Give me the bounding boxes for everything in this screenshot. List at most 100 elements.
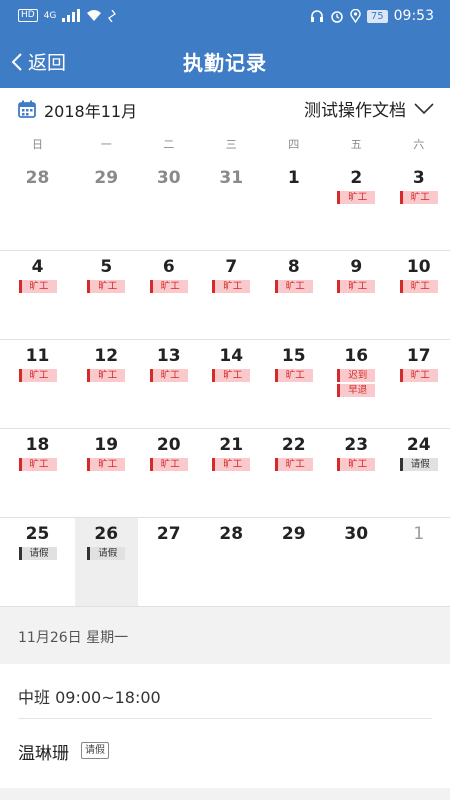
month-label[interactable]: 2018年11月: [44, 98, 137, 122]
document-selector[interactable]: 测试操作文档: [304, 96, 434, 121]
day-number: 12: [94, 346, 119, 366]
day-cell[interactable]: 28: [200, 518, 263, 606]
month-bar: 2018年11月 测试操作文档: [0, 88, 450, 130]
day-cell[interactable]: 5 旷工: [75, 251, 138, 339]
day-cell[interactable]: 23 旷工: [325, 429, 388, 517]
page-title: 执勤记录: [183, 51, 267, 75]
day-cell[interactable]: 26 请假: [75, 518, 138, 606]
person-name[interactable]: 温琳珊: [18, 739, 69, 764]
status-tag: 旷工: [212, 369, 251, 382]
status-bar: HD 4G 75 09:53: [0, 0, 450, 34]
status-tags: 旷工: [263, 458, 326, 471]
day-number: 2: [350, 168, 363, 188]
day-cell[interactable]: 6 旷工: [138, 251, 201, 339]
nav-bar: 返回 执勤记录: [0, 34, 450, 88]
calendar-grid: 28 29 30 31 1 2 旷工 3 旷工 4 旷工 5 旷工 6 旷工 7 旷工 8 旷工 9 旷工 10 旷工 11 旷…: [0, 162, 450, 607]
status-tags: 旷工: [138, 458, 201, 471]
day-cell[interactable]: 1: [388, 518, 450, 606]
status-tag: 旷工: [18, 280, 57, 293]
day-cell[interactable]: 30: [325, 518, 388, 606]
day-number: 31: [219, 168, 244, 188]
status-tag: 旷工: [149, 369, 188, 382]
day-number: 30: [156, 168, 181, 188]
status-tag: 旷工: [87, 369, 126, 382]
day-cell[interactable]: 24 请假: [388, 429, 450, 517]
day-cell[interactable]: 13 旷工: [138, 340, 201, 428]
day-cell[interactable]: 11 旷工: [0, 340, 75, 428]
day-cell[interactable]: 10 旷工: [388, 251, 450, 339]
status-tag: 旷工: [18, 369, 57, 382]
day-number: 21: [219, 435, 244, 455]
day-cell[interactable]: 20 旷工: [138, 429, 201, 517]
day-cell[interactable]: 19 旷工: [75, 429, 138, 517]
calendar-icon[interactable]: [18, 100, 36, 118]
day-number: 28: [25, 168, 50, 188]
status-tags: 旷工: [0, 280, 75, 293]
weekday-wed: 三: [225, 138, 237, 151]
status-tag: 请假: [399, 458, 438, 471]
detail-card: 中班 09:00~18:00 温琳珊 请假: [0, 664, 450, 788]
week-row: 18 旷工 19 旷工 20 旷工 21 旷工 22 旷工 23 旷工 24 请假: [0, 429, 450, 518]
status-tag: 旷工: [274, 280, 313, 293]
day-cell[interactable]: 1: [263, 162, 326, 250]
day-cell[interactable]: 30: [138, 162, 201, 250]
data-sync-icon: [108, 9, 117, 22]
day-cell[interactable]: 27: [138, 518, 201, 606]
day-cell[interactable]: 18 旷工: [0, 429, 75, 517]
status-tag: 旷工: [274, 458, 313, 471]
status-tag: 旷工: [87, 458, 126, 471]
document-label: 测试操作文档: [304, 101, 406, 121]
day-cell[interactable]: 14 旷工: [200, 340, 263, 428]
status-tags: 旷工: [200, 369, 263, 382]
status-tag: 旷工: [274, 369, 313, 382]
day-cell[interactable]: 15 旷工: [263, 340, 326, 428]
day-number: 23: [344, 435, 369, 455]
day-cell[interactable]: 9 旷工: [325, 251, 388, 339]
day-cell[interactable]: 2 旷工: [325, 162, 388, 250]
status-tags: 旷工: [138, 369, 201, 382]
week-row: 11 旷工 12 旷工 13 旷工 14 旷工 15 旷工 16 迟到 早退 17 旷工: [0, 340, 450, 429]
day-cell[interactable]: 8 旷工: [263, 251, 326, 339]
status-tags: 旷工: [0, 369, 75, 382]
status-tag: 请假: [18, 547, 57, 560]
network-type: 4G: [43, 10, 57, 21]
day-cell[interactable]: 12 旷工: [75, 340, 138, 428]
status-tags: 旷工: [75, 369, 138, 382]
status-tags: 旷工: [200, 280, 263, 293]
day-cell[interactable]: 16 迟到 早退: [325, 340, 388, 428]
day-number: 3: [412, 168, 425, 188]
status-tag: 旷工: [399, 280, 438, 293]
day-number: 16: [344, 346, 369, 366]
day-number: 14: [219, 346, 244, 366]
day-number: 28: [219, 524, 244, 544]
day-cell[interactable]: 28: [0, 162, 75, 250]
day-cell[interactable]: 29: [75, 162, 138, 250]
day-number: 20: [156, 435, 181, 455]
day-cell[interactable]: 21 旷工: [200, 429, 263, 517]
status-tags: 旷工: [200, 458, 263, 471]
day-cell[interactable]: 4 旷工: [0, 251, 75, 339]
day-cell[interactable]: 25 请假: [0, 518, 75, 606]
chevron-down-icon: [414, 102, 434, 114]
day-cell[interactable]: 31: [200, 162, 263, 250]
day-cell[interactable]: 29: [263, 518, 326, 606]
day-number: 5: [100, 257, 113, 277]
day-cell[interactable]: 3 旷工: [388, 162, 450, 250]
day-cell[interactable]: 7 旷工: [200, 251, 263, 339]
day-cell[interactable]: 17 旷工: [388, 340, 450, 428]
status-tag: 旷工: [337, 458, 376, 471]
day-cell[interactable]: 22 旷工: [263, 429, 326, 517]
week-row: 28 29 30 31 1 2 旷工 3 旷工: [0, 162, 450, 251]
status-tags: 旷工: [75, 458, 138, 471]
status-tag: 旷工: [149, 280, 188, 293]
day-number: 1: [413, 524, 425, 544]
day-number: 9: [350, 257, 363, 277]
status-tags: 旷工: [263, 369, 326, 382]
status-tags: 旷工: [325, 280, 388, 293]
day-number: 24: [406, 435, 431, 455]
status-tag: 旷工: [399, 369, 438, 382]
day-number: 4: [31, 257, 44, 277]
day-number: 22: [281, 435, 306, 455]
day-number: 13: [156, 346, 181, 366]
weekday-thu: 四: [288, 138, 300, 151]
